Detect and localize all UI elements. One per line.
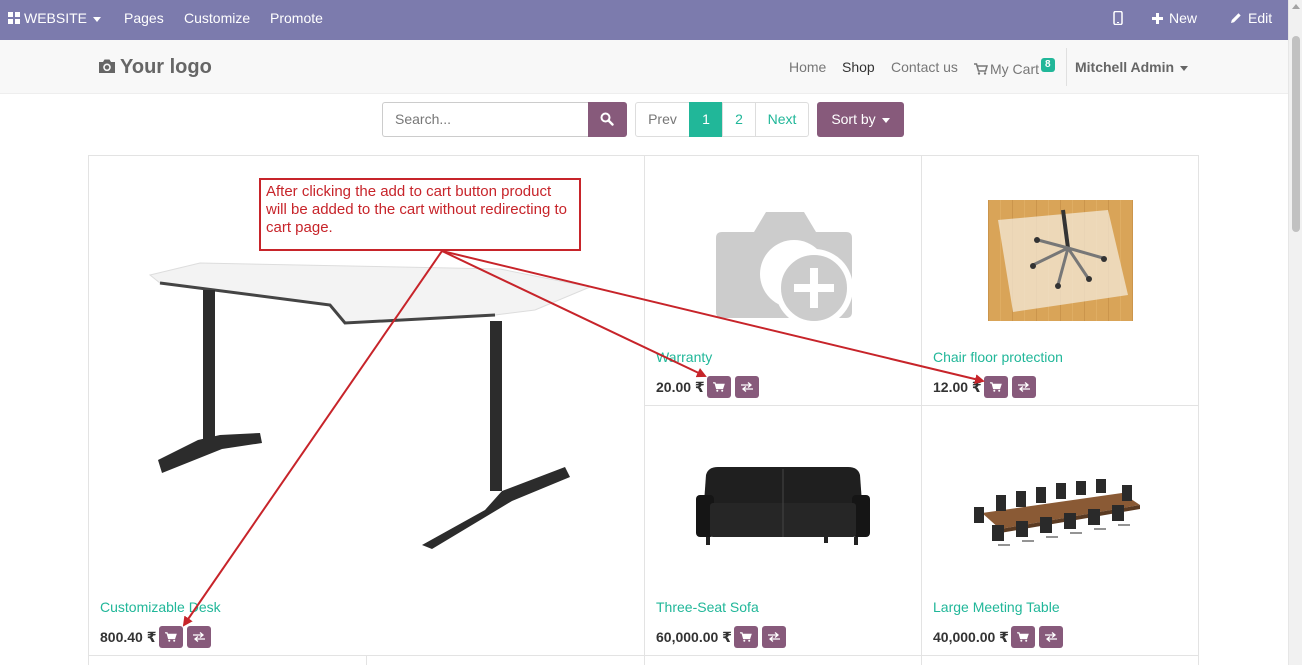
nav-my-cart[interactable]: My Cart 8 — [974, 58, 1055, 77]
product-name-chair-floor-protection[interactable]: Chair floor protection — [933, 349, 1063, 365]
user-menu[interactable]: Mitchell Admin — [1075, 58, 1189, 76]
cart-icon — [165, 632, 177, 642]
sort-label: Sort by — [831, 111, 876, 127]
grid-border — [366, 655, 367, 665]
grid-border — [921, 155, 922, 665]
chair-floor-protection-image[interactable] — [988, 200, 1133, 321]
edit-label: Edit — [1248, 10, 1273, 26]
chevron-down-icon — [93, 16, 102, 22]
large-meeting-table-image[interactable] — [972, 475, 1148, 551]
cart-label: My Cart — [990, 61, 1039, 77]
add-to-cart-button[interactable] — [159, 626, 183, 648]
camera-plus-icon[interactable] — [714, 204, 854, 326]
search-input[interactable]: Search... — [382, 102, 589, 137]
compare-button[interactable] — [187, 626, 211, 648]
website-menu-label: WEBSITE — [24, 10, 88, 26]
product-price: 60,000.00 ₹ — [656, 629, 732, 645]
header-divider — [1066, 48, 1067, 86]
grid-border — [88, 155, 89, 665]
mobile-preview-button[interactable] — [1113, 0, 1123, 36]
chevron-down-icon — [1180, 65, 1189, 71]
product-name-customizable-desk[interactable]: Customizable Desk — [100, 599, 221, 615]
apps-grid-icon — [8, 12, 20, 24]
customize-menu[interactable]: Customize — [184, 0, 250, 36]
cart-count-badge: 8 — [1041, 58, 1055, 72]
product-price: 800.40 ₹ — [100, 629, 157, 645]
logo-text: Your logo — [120, 56, 212, 78]
pager-page-2[interactable]: 2 — [722, 102, 756, 137]
grid-border — [88, 655, 1199, 656]
scrollbar-thumb[interactable] — [1292, 36, 1300, 232]
pager-page-1[interactable]: 1 — [689, 102, 723, 137]
compare-button[interactable] — [735, 376, 759, 398]
pages-menu[interactable]: Pages — [124, 0, 164, 36]
mobile-icon — [1113, 10, 1123, 26]
search-button[interactable] — [588, 102, 627, 137]
compare-button[interactable] — [1012, 376, 1036, 398]
admin-bar: WEBSITE Pages Customize Promote New Edit — [0, 0, 1302, 40]
annotation-callout: After clicking the add to cart button pr… — [259, 178, 581, 251]
pager-next[interactable]: Next — [755, 102, 809, 137]
user-name: Mitchell Admin — [1075, 59, 1175, 75]
camera-icon — [99, 59, 115, 73]
compare-icon — [193, 632, 205, 642]
grid-border — [644, 405, 1199, 406]
website-menu[interactable]: WEBSITE — [8, 0, 102, 36]
product-price: 40,000.00 ₹ — [933, 629, 1009, 645]
compare-icon — [1018, 382, 1030, 392]
new-button[interactable]: New — [1152, 0, 1197, 36]
product-name-large-meeting-table[interactable]: Large Meeting Table — [933, 599, 1060, 615]
nav-contact-us[interactable]: Contact us — [891, 58, 958, 76]
product-price: 20.00 ₹ — [656, 379, 705, 395]
chevron-down-icon — [881, 117, 890, 123]
three-seat-sofa-image[interactable] — [694, 465, 872, 551]
page-scrollbar[interactable] — [1288, 0, 1302, 665]
product-name-three-seat-sofa[interactable]: Three-Seat Sofa — [656, 599, 759, 615]
cart-icon — [990, 382, 1002, 392]
new-label: New — [1169, 10, 1198, 26]
plus-icon — [1152, 13, 1163, 24]
compare-button[interactable] — [762, 626, 786, 648]
grid-border — [644, 155, 645, 665]
cart-icon — [740, 632, 752, 642]
site-logo[interactable]: Your logo — [98, 56, 212, 79]
search-icon — [600, 112, 614, 126]
cart-icon — [713, 382, 725, 392]
scroll-up-arrow-icon[interactable] — [1292, 4, 1300, 9]
product-name-warranty[interactable]: Warranty — [656, 349, 712, 365]
nav-home[interactable]: Home — [789, 58, 826, 76]
nav-shop[interactable]: Shop — [842, 58, 875, 76]
add-to-cart-button[interactable] — [734, 626, 758, 648]
add-to-cart-button[interactable] — [984, 376, 1008, 398]
add-to-cart-button[interactable] — [707, 376, 731, 398]
cart-icon — [974, 63, 989, 75]
desk-image[interactable] — [140, 255, 600, 555]
product-price: 12.00 ₹ — [933, 379, 982, 395]
compare-button[interactable] — [1039, 626, 1063, 648]
cart-icon — [1017, 632, 1029, 642]
sort-by-dropdown[interactable]: Sort by — [817, 102, 904, 137]
pager-prev[interactable]: Prev — [635, 102, 690, 137]
compare-icon — [741, 382, 753, 392]
grid-border — [1198, 155, 1199, 665]
pencil-icon — [1231, 13, 1241, 23]
compare-icon — [1045, 632, 1057, 642]
edit-button[interactable]: Edit — [1230, 0, 1272, 36]
add-to-cart-button[interactable] — [1011, 626, 1035, 648]
promote-menu[interactable]: Promote — [270, 0, 323, 36]
compare-icon — [768, 632, 780, 642]
